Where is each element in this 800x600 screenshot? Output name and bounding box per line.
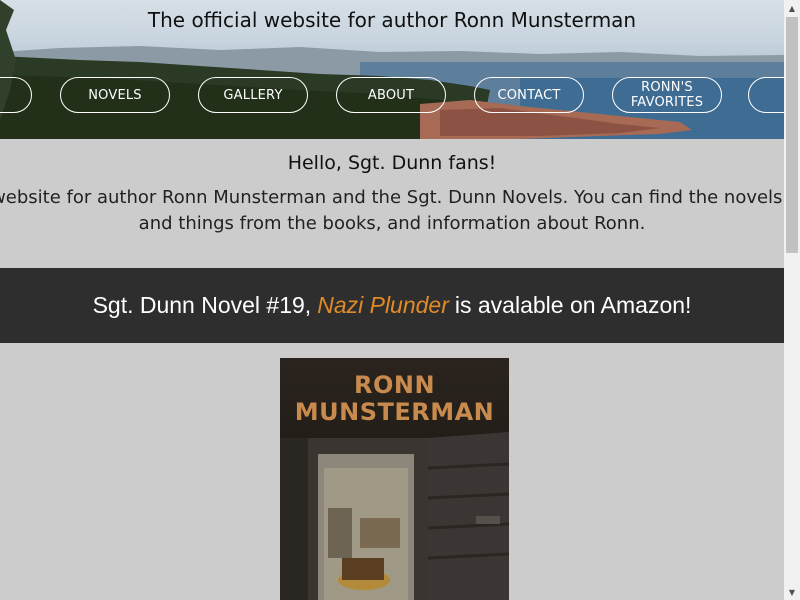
triangle-up-icon[interactable]: ▲ [784, 0, 800, 16]
nav-novels-button[interactable]: NOVELS [60, 77, 170, 113]
triangle-down-icon[interactable]: ▼ [784, 584, 800, 600]
header-banner: The official website for author Ronn Mun… [0, 0, 784, 139]
page: The official website for author Ronn Mun… [0, 0, 784, 600]
cover-author-line2: MUNSTERMAN [294, 398, 495, 426]
greeting-heading: Hello, Sgt. Dunn fans! [287, 152, 497, 174]
banner-prefix: Sgt. Dunn Novel #19, [92, 292, 312, 318]
main-nav: NOVELS GALLERY ABOUT CONTACT RONN'S FAVO… [0, 0, 784, 139]
nav-contact-button[interactable]: CONTACT [474, 77, 584, 113]
cover-author-line1: RONN [353, 371, 436, 399]
book-cover-image[interactable]: RONN MUNSTERMAN [280, 358, 509, 600]
announcement-banner: Sgt. Dunn Novel #19, Nazi Plunder is ava… [0, 268, 784, 343]
vertical-scrollbar[interactable]: ▲ ▼ [784, 0, 800, 600]
scrollbar-thumb[interactable] [786, 17, 798, 253]
nav-ronns-favorites-button[interactable]: RONN'S FAVORITES [612, 77, 722, 113]
nav-gallery-button[interactable]: GALLERY [198, 77, 308, 113]
nav-next-button[interactable] [748, 77, 784, 113]
banner-suffix: is avalable on Amazon! [454, 292, 692, 318]
nav-about-button[interactable]: ABOUT [336, 77, 446, 113]
nav-home-button[interactable] [0, 77, 32, 113]
intro-paragraph: Welcome to the official website for auth… [0, 187, 783, 234]
banner-book-title-link[interactable]: Nazi Plunder [317, 292, 449, 319]
cover-author-name: RONN MUNSTERMAN [280, 372, 509, 426]
